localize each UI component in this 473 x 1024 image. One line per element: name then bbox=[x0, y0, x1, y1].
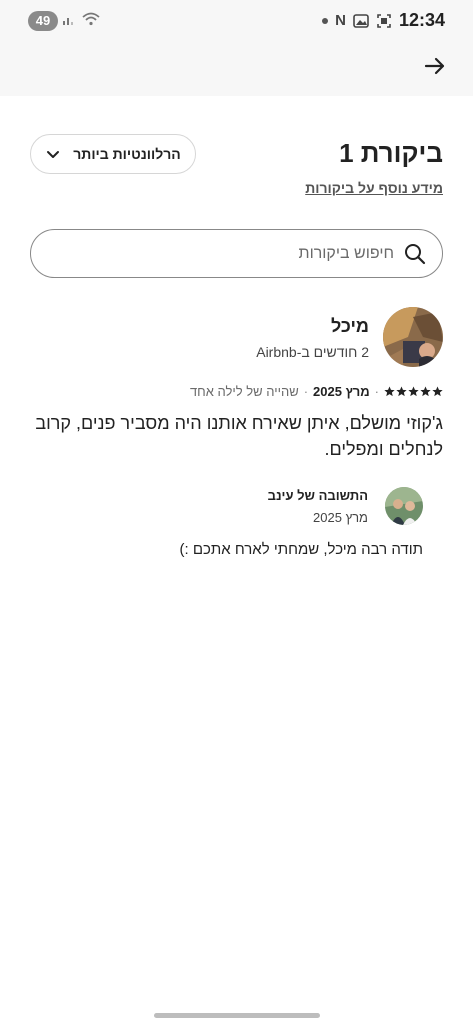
status-bar: 49 N 12:34 bbox=[0, 0, 473, 38]
meta-separator: · bbox=[303, 384, 309, 399]
clock: 12:34 bbox=[398, 10, 445, 30]
meta-separator: · bbox=[374, 384, 379, 399]
wifi-icon bbox=[82, 12, 100, 26]
status-icons-left bbox=[62, 12, 100, 26]
search-input[interactable] bbox=[54, 244, 394, 263]
top-header bbox=[0, 38, 473, 96]
host-response-date: מרץ 2025 bbox=[313, 510, 368, 525]
home-indicator[interactable] bbox=[154, 1013, 320, 1018]
reviews-screen: 49 N 12:34 ביקורת 1 מידע נוסף על ביקורות… bbox=[0, 0, 473, 1024]
rating-stars bbox=[384, 386, 443, 397]
reviewer-name: מיכל bbox=[330, 316, 369, 336]
screenshot-icon bbox=[377, 13, 391, 28]
host-avatar[interactable] bbox=[385, 487, 423, 525]
more-info-link[interactable]: מידע נוסף על ביקורות bbox=[305, 180, 443, 196]
star-icon bbox=[396, 386, 407, 397]
review-date: מרץ 2025 bbox=[313, 384, 370, 399]
star-icon bbox=[432, 386, 443, 397]
gallery-icon bbox=[353, 13, 369, 28]
reviewer-avatar[interactable] bbox=[383, 307, 443, 367]
notification-dot-icon bbox=[322, 17, 329, 24]
arrow-right-icon[interactable] bbox=[423, 54, 447, 78]
status-icons-right: N 12:34 bbox=[322, 10, 445, 31]
sort-dropdown[interactable]: הרלוונטיות ביותר bbox=[30, 134, 196, 174]
host-response-text: תודה רבה מיכל, שמחתי לארח אתכם :) bbox=[179, 541, 423, 558]
chevron-down-icon bbox=[47, 151, 60, 158]
stay-length: שהייה של לילה אחד bbox=[189, 384, 299, 399]
star-icon bbox=[408, 386, 419, 397]
review-text: ג'קוזי מושלם, איתן שאירח אותנו היה מסביר… bbox=[35, 413, 443, 459]
battery-badge: 49 bbox=[28, 11, 58, 31]
reviewer-tenure: 2 חודשים ב-Airbnb bbox=[256, 344, 369, 360]
reviews-count-title: ביקורת 1 bbox=[339, 138, 443, 168]
star-icon bbox=[420, 386, 431, 397]
host-response-title: התשובה של עינב bbox=[267, 488, 368, 503]
n-icon: N bbox=[335, 12, 346, 29]
search-icon bbox=[405, 243, 426, 264]
sort-label: הרלוונטיות ביותר bbox=[73, 146, 181, 162]
search-box[interactable] bbox=[30, 229, 443, 278]
review-meta: · מרץ 2025 · שהייה של לילה אחד bbox=[190, 384, 443, 399]
signal-icon bbox=[63, 18, 73, 25]
star-icon bbox=[384, 386, 395, 397]
